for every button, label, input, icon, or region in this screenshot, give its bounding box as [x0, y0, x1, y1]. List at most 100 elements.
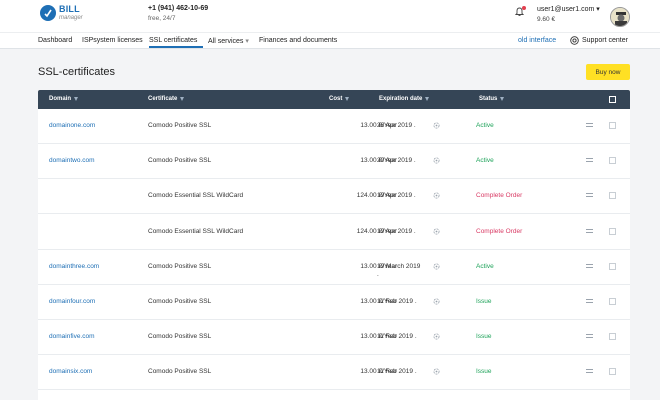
- row-menu-icon[interactable]: [586, 193, 593, 199]
- domain-link[interactable]: domaintwo.com: [49, 157, 95, 164]
- nav-ispsystem-licenses[interactable]: ISPsystem licenses: [82, 37, 143, 44]
- expiration-date: 11 Feb 2019 .: [377, 368, 417, 376]
- filter-icon: [500, 97, 505, 101]
- logo-title: BILL: [59, 4, 80, 14]
- row-menu-icon[interactable]: [586, 369, 593, 375]
- renew-icon[interactable]: [433, 228, 440, 235]
- avatar[interactable]: [610, 7, 630, 27]
- row-checkbox[interactable]: [609, 122, 616, 129]
- expiration-date: 19 March 2019: [377, 262, 421, 270]
- filter-icon: [74, 97, 79, 101]
- expiration-date: 19 Apr 2019 .: [377, 227, 416, 235]
- renew-icon[interactable]: [433, 263, 440, 270]
- expiration-date: 26 Apr 2019 .: [377, 122, 416, 129]
- expiration-extra: .: [377, 270, 379, 278]
- table-row[interactable]: domainthree.com Comodo Positive SSL 13.00 …: [38, 250, 630, 285]
- row-menu-icon[interactable]: [586, 158, 593, 164]
- table-row[interactable]: domainfour.com Comodo Positive SSL 13.00 €…: [38, 285, 630, 320]
- row-menu-icon[interactable]: [586, 263, 593, 270]
- table-row[interactable]: domainsix.com Comodo Positive SSL 13.00 €/…: [38, 355, 630, 391]
- logo[interactable]: BILL manager: [40, 5, 83, 21]
- status-label: Complete Order: [476, 227, 523, 235]
- renew-icon[interactable]: [433, 122, 440, 129]
- renew-icon[interactable]: [433, 298, 440, 305]
- support-center-label: Support center: [582, 37, 628, 44]
- status-label: Active: [476, 262, 494, 270]
- row-checkbox[interactable]: [609, 262, 616, 270]
- renew-icon[interactable]: [433, 157, 440, 164]
- active-tab-indicator: [149, 46, 203, 48]
- certificates-table: Domain Certificate Cost Expiration date …: [38, 90, 630, 400]
- bill-logo-icon: [40, 5, 56, 21]
- row-menu-icon[interactable]: [586, 299, 593, 305]
- row-menu-icon[interactable]: [586, 228, 593, 235]
- select-all-checkbox[interactable]: [609, 96, 616, 103]
- domain-link[interactable]: domainthree.com: [49, 263, 99, 270]
- nav-ssl-certificates[interactable]: SSL certificates: [149, 37, 197, 44]
- certificate-name: Comodo Positive SSL: [148, 122, 212, 129]
- support-icon: [570, 36, 579, 45]
- expiration-date: 11 Feb 2019 .: [377, 333, 417, 341]
- renew-icon[interactable]: [433, 333, 440, 340]
- row-checkbox[interactable]: [609, 298, 616, 305]
- buy-now-button[interactable]: Buy now: [586, 64, 630, 80]
- filter-icon: [180, 97, 185, 101]
- certificate-name: Comodo Essential SSL WildCard: [148, 227, 244, 235]
- certificate-name: Comodo Positive SSL: [148, 368, 212, 376]
- nav-all-services[interactable]: All services ▾: [208, 37, 249, 45]
- expiration-date: 19 Apr 2019 .: [377, 192, 416, 200]
- column-certificate[interactable]: Certificate: [148, 96, 185, 102]
- status-label: Active: [476, 122, 494, 129]
- status-label: Active: [476, 157, 494, 165]
- chevron-down-icon: ▾: [596, 6, 600, 13]
- column-cost[interactable]: Cost: [329, 96, 350, 102]
- user-email[interactable]: user1@user1.com ▾: [537, 5, 600, 13]
- certificate-name: Comodo Positive SSL: [148, 262, 212, 270]
- chevron-down-icon: ▾: [245, 38, 249, 45]
- column-expiration[interactable]: Expiration date: [379, 96, 430, 102]
- table-row[interactable]: domaintwo.com Comodo Positive SSL 13.00 €/…: [38, 144, 630, 180]
- row-menu-icon[interactable]: [586, 123, 593, 129]
- domain-link[interactable]: domainfive.com: [49, 333, 95, 340]
- status-label: Issue: [476, 298, 492, 305]
- renew-icon[interactable]: [433, 192, 440, 199]
- column-domain[interactable]: Domain: [49, 96, 79, 102]
- table-header: Domain Certificate Cost Expiration date …: [38, 90, 630, 109]
- row-checkbox[interactable]: [609, 227, 616, 235]
- expiration-date: 11 Feb 2019 .: [377, 298, 417, 305]
- table-row[interactable]: domainfive.com Comodo Positive SSL 13.00 €…: [38, 320, 630, 356]
- domain-link[interactable]: domainone.com: [49, 122, 95, 129]
- row-menu-icon[interactable]: [586, 334, 593, 340]
- expiration-date: 20 Apr 2019 .: [377, 157, 416, 165]
- filter-icon: [425, 97, 430, 101]
- domain-link[interactable]: domainsix.com: [49, 368, 92, 375]
- support-center-link[interactable]: Support center: [570, 36, 628, 45]
- table-row[interactable]: Comodo Essential SSL WildCard 124.00 €/Ye…: [38, 215, 630, 250]
- status-label: Complete Order: [476, 192, 523, 200]
- column-status[interactable]: Status: [479, 96, 505, 102]
- support-phone-note: free, 24/7: [148, 15, 176, 22]
- certificate-name: Comodo Essential SSL WildCard: [148, 192, 244, 200]
- table-row[interactable]: domainone.com Comodo Positive SSL 13.00 €/…: [38, 109, 630, 144]
- row-checkbox[interactable]: [609, 157, 616, 165]
- renew-icon[interactable]: [433, 368, 440, 375]
- notification-dot: [522, 6, 526, 10]
- filter-icon: [345, 97, 350, 101]
- top-header: BILL manager +1 (941) 462-10-69 free, 24…: [0, 0, 660, 32]
- table-row[interactable]: Comodo Essential SSL WildCard 124.00 €/Ye…: [38, 179, 630, 215]
- status-label: Issue: [476, 368, 492, 376]
- row-checkbox[interactable]: [609, 368, 616, 376]
- certificate-name: Comodo Positive SSL: [148, 298, 212, 305]
- support-phone: +1 (941) 462-10-69: [148, 5, 209, 12]
- row-checkbox[interactable]: [609, 192, 616, 200]
- old-interface-link[interactable]: old interface: [518, 37, 556, 44]
- nav-finances-documents[interactable]: Finances and documents: [259, 37, 337, 44]
- row-checkbox[interactable]: [609, 333, 616, 341]
- nav-dashboard[interactable]: Dashboard: [38, 37, 72, 44]
- domain-link[interactable]: domainfour.com: [49, 298, 95, 305]
- page-title: SSL-certificates: [38, 66, 116, 78]
- certificate-name: Comodo Positive SSL: [148, 157, 212, 165]
- status-label: Issue: [476, 333, 492, 341]
- logo-subtitle: manager: [59, 15, 83, 21]
- certificate-name: Comodo Positive SSL: [148, 333, 212, 341]
